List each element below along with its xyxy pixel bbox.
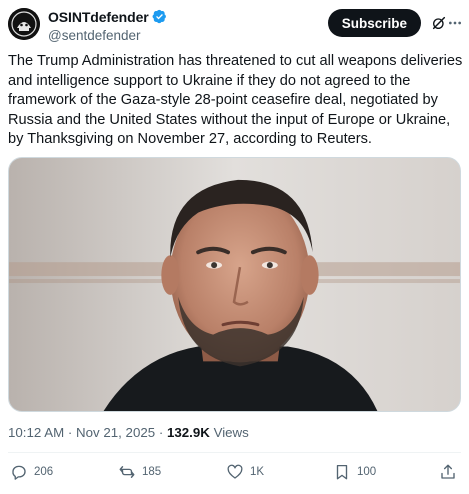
more-icon[interactable] (447, 15, 463, 31)
tweet-header: OSINTdefender @sentdefender Subscribe (8, 8, 461, 48)
action-bar: 206 185 1K 100 (8, 462, 461, 482)
tweet-date[interactable]: Nov 21, 2025 (76, 425, 155, 440)
tweet-photo[interactable] (8, 157, 461, 412)
reply-count: 206 (34, 466, 54, 478)
repost-button[interactable]: 185 (118, 462, 161, 482)
avatar[interactable] (8, 8, 40, 40)
share-icon (441, 464, 455, 479)
osint-logo-icon (8, 8, 40, 40)
tweet-meta: 10:12 AM · Nov 21, 2025 · 132.9K Views (8, 425, 249, 440)
author-handle[interactable]: @sentdefender (48, 28, 167, 43)
tweet-text: The Trump Administration has threatened … (8, 53, 463, 147)
author-display-name[interactable]: OSINTdefender (48, 9, 149, 25)
meta-separator: · (67, 425, 73, 440)
author-names: OSINTdefender @sentdefender (48, 8, 167, 43)
share-button[interactable] (439, 462, 457, 482)
heart-icon (227, 464, 243, 479)
bookmark-count: 100 (357, 466, 377, 478)
views-count: 132.9K (166, 425, 210, 440)
grok-icon[interactable] (431, 15, 447, 31)
meta-separator: · (158, 425, 164, 440)
divider (8, 452, 461, 453)
like-button[interactable]: 1K (226, 462, 264, 482)
reply-button[interactable]: 206 (10, 462, 53, 482)
tweet-time[interactable]: 10:12 AM (8, 425, 64, 440)
reply-icon (12, 465, 26, 480)
like-count: 1K (250, 466, 265, 478)
repost-count: 185 (142, 466, 162, 478)
repost-icon (119, 466, 135, 478)
bookmark-icon (336, 464, 348, 480)
views-label: Views (213, 425, 249, 440)
subscribe-button[interactable]: Subscribe (327, 9, 421, 37)
bookmark-button[interactable]: 100 (333, 462, 376, 482)
verified-badge-icon (152, 9, 166, 24)
man-portrait-photo (9, 158, 460, 411)
